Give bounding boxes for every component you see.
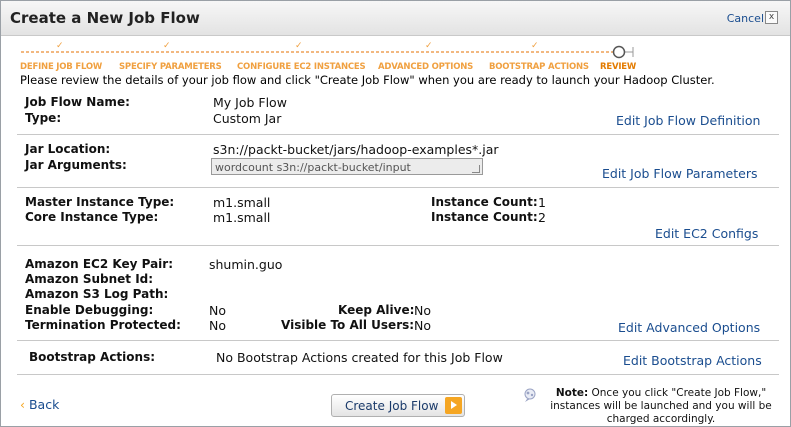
jar-arguments-field: wordcount s3n://packt-bucket/input (211, 158, 483, 175)
master-instance-type-value: m1.small (213, 195, 271, 210)
s3-log-path-label: Amazon S3 Log Path: (25, 287, 169, 301)
master-instance-count-value: 1 (538, 195, 546, 210)
edit-ec2-configs-link[interactable]: Edit EC2 Configs (655, 226, 758, 241)
step-check-icon: ✓ (295, 41, 303, 51)
type-value: Custom Jar (213, 111, 282, 126)
launch-note: Note: Once you click "Create Job Flow," … (541, 387, 781, 426)
bootstrap-actions-label: Bootstrap Actions: (29, 350, 156, 364)
edit-job-flow-definition-link[interactable]: Edit Job Flow Definition (616, 113, 760, 128)
jar-location-label: Jar Location: (25, 142, 111, 156)
subnet-id-label: Amazon Subnet Id: (25, 272, 154, 286)
core-instance-type-value: m1.small (213, 210, 271, 225)
ec2-key-pair-label: Amazon EC2 Key Pair: (25, 257, 173, 271)
enable-debugging-value: No (209, 303, 226, 318)
wizard-step-parameters[interactable]: SPECIFY PARAMETERS (119, 62, 222, 72)
core-instance-count-label: Instance Count: (431, 210, 538, 224)
create-job-flow-dialog: Create a New Job Flow Cancel x ✓ ✓ ✓ ✓ ✓… (0, 0, 791, 427)
dialog-title-bar: Create a New Job Flow Cancel x (1, 1, 790, 36)
core-instance-type-label: Core Instance Type: (25, 210, 159, 224)
core-instance-count-value: 2 (538, 210, 546, 225)
keep-alive-value: No (414, 303, 431, 318)
cancel-link[interactable]: Cancel (727, 12, 764, 25)
step-check-icon: ✓ (56, 41, 64, 51)
wizard-step-bootstrap[interactable]: BOOTSTRAP ACTIONS (489, 62, 589, 72)
section-divider (17, 245, 779, 246)
master-instance-type-label: Master Instance Type: (25, 195, 175, 209)
section-divider (17, 134, 779, 135)
bootstrap-actions-value: No Bootstrap Actions created for this Jo… (216, 350, 503, 365)
step-check-icon: ✓ (531, 41, 539, 51)
job-flow-name-value: My Job Flow (213, 95, 287, 110)
jar-arguments-value: wordcount s3n://packt-bucket/input (215, 161, 411, 174)
keep-alive-label: Keep Alive: (338, 303, 415, 317)
current-step-marker-icon (612, 45, 626, 59)
step-check-icon: ✓ (163, 41, 171, 51)
edit-job-flow-parameters-link[interactable]: Edit Job Flow Parameters (602, 166, 757, 181)
wizard-step-ec2[interactable]: CONFIGURE EC2 INSTANCES (237, 62, 366, 72)
master-instance-count-label: Instance Count: (431, 195, 538, 209)
dialog-title: Create a New Job Flow (10, 9, 200, 27)
termination-protected-label: Termination Protected: (25, 318, 181, 332)
play-arrow-icon (445, 397, 462, 414)
create-job-flow-button-label: Create Job Flow (345, 399, 439, 413)
section-divider (17, 187, 779, 188)
info-note-icon (524, 388, 536, 402)
edit-bootstrap-actions-link[interactable]: Edit Bootstrap Actions (623, 353, 762, 368)
visible-to-all-users-label: Visible To All Users: (281, 318, 415, 332)
section-divider (17, 340, 779, 341)
ec2-key-pair-value: shumin.guo (209, 257, 283, 272)
back-chevron-icon: ‹ (20, 397, 25, 412)
step-check-icon: ✓ (425, 41, 433, 51)
close-icon[interactable]: x (765, 11, 778, 24)
section-divider (17, 374, 779, 375)
job-flow-name-label: Job Flow Name: (25, 95, 130, 109)
wizard-step-define[interactable]: DEFINE JOB FLOW (20, 62, 102, 72)
back-link-label: Back (28, 397, 60, 412)
visible-to-all-users-value: No (414, 318, 431, 333)
type-label: Type: (25, 111, 62, 125)
jar-location-value: s3n://packt-bucket/jars/hadoop-examples*… (213, 142, 499, 157)
wizard-step-advanced[interactable]: ADVANCED OPTIONS (378, 62, 473, 72)
create-job-flow-button[interactable]: Create Job Flow (331, 394, 465, 417)
back-link[interactable]: ‹ Back (20, 397, 59, 412)
resize-grip-icon (472, 165, 480, 173)
jar-arguments-label: Jar Arguments: (25, 158, 127, 172)
enable-debugging-label: Enable Debugging: (25, 303, 154, 317)
wizard-step-review: REVIEW (600, 62, 637, 72)
note-title: Note: (555, 387, 589, 399)
termination-protected-value: No (209, 318, 226, 333)
edit-advanced-options-link[interactable]: Edit Advanced Options (618, 320, 760, 335)
wizard-track (21, 45, 634, 59)
review-instructions: Please review the details of your job fl… (20, 73, 715, 87)
